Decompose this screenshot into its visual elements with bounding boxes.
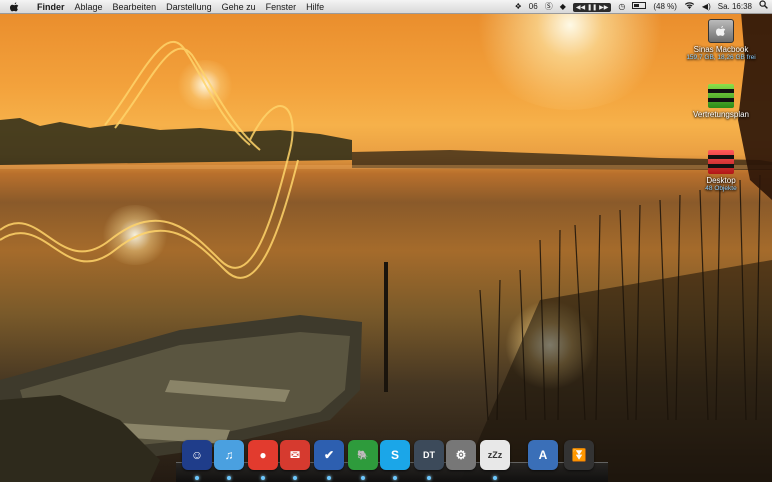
menu-ablage[interactable]: Ablage — [70, 0, 108, 14]
media-controls[interactable]: ◀◀ ❚❚ ▶▶ — [572, 2, 612, 12]
battery-percent[interactable]: (48 %) — [653, 0, 677, 14]
desktop-icon-sublabel: 48 Objekte — [705, 185, 737, 192]
skype-status-icon[interactable]: Ⓢ — [545, 0, 553, 14]
dock-item-mail[interactable]: ✉ — [280, 440, 310, 470]
desktop-icon-sublabel: 159,7 GB, 18,26 GB frei — [686, 54, 756, 61]
dock: ☺ ♫ ● ✉ ✔ 🐘 S DT ⚙ zZz A ⏬ — [176, 436, 608, 482]
dock-item-skype[interactable]: S — [380, 440, 410, 470]
green-folder-icon — [708, 84, 734, 108]
evernote-icon: 🐘 — [357, 449, 369, 460]
desktop-icon-label: Sinas Macbook — [693, 45, 749, 54]
desktop-icon-label: Vertretungsplan — [692, 110, 750, 119]
apple-logo-icon[interactable] — [8, 1, 20, 12]
rewind-icon[interactable]: ◀◀ — [576, 4, 585, 11]
desktop-icon-desktop[interactable]: Desktop 48 Objekte — [676, 150, 766, 193]
desktop-icon-vertretungsplan[interactable]: Vertretungsplan — [676, 84, 766, 119]
running-indicator — [293, 476, 297, 480]
menu-bar: Finder Ablage Bearbeiten Darstellung Geh… — [0, 0, 772, 14]
wifi-icon[interactable] — [684, 0, 695, 14]
status-menus: ❖ 06 Ⓢ ◆ ◀◀ ❚❚ ▶▶ ◷ (48 %) ◀) Sa. 16:38 — [515, 0, 768, 14]
battery-icon[interactable] — [632, 0, 647, 14]
menu-gehe-zu[interactable]: Gehe zu — [217, 0, 261, 14]
desktop-icon-label: Desktop — [706, 176, 736, 185]
finder-icon: ☺ — [190, 448, 204, 462]
spotlight-search-icon[interactable] — [759, 0, 768, 14]
menu-darstellung[interactable]: Darstellung — [161, 0, 217, 14]
dock-item-devontech[interactable]: DT — [414, 440, 444, 470]
dock-item-itunes[interactable]: ♫ — [214, 440, 244, 470]
time-machine-icon[interactable]: ◷ — [618, 0, 625, 14]
wallpaper-scene — [0, 0, 772, 482]
dock-item-downloads[interactable]: ⏬ — [564, 440, 594, 470]
chrome-icon: ● — [259, 448, 267, 462]
running-indicator — [427, 476, 431, 480]
dock-item-chrome[interactable]: ● — [248, 440, 278, 470]
menu-fenster[interactable]: Fenster — [261, 0, 302, 14]
system-preferences-icon: ⚙ — [455, 448, 467, 462]
mail-icon: ✉ — [289, 448, 301, 462]
menu-app-finder[interactable]: Finder — [32, 0, 70, 14]
skype-icon: S — [390, 448, 399, 462]
applications-folder-icon: A — [538, 448, 548, 462]
forward-icon[interactable]: ▶▶ — [599, 4, 608, 11]
volume-icon[interactable]: ◀) — [702, 0, 711, 14]
clock[interactable]: Sa. 16:38 — [718, 0, 752, 14]
zzz-chat-icon: zZz — [487, 450, 503, 460]
menu-hilfe[interactable]: Hilfe — [301, 0, 329, 14]
dock-item-growl[interactable]: zZz — [480, 440, 510, 470]
menu-list: Finder Ablage Bearbeiten Darstellung Geh… — [32, 0, 329, 14]
desktop-icon-hard-drive[interactable]: Sinas Macbook 159,7 GB, 18,26 GB frei — [676, 19, 766, 62]
menu-bearbeiten[interactable]: Bearbeiten — [108, 0, 162, 14]
pause-icon[interactable]: ❚❚ — [587, 4, 597, 11]
itunes-icon: ♫ — [224, 448, 234, 462]
red-folder-icon — [708, 150, 734, 174]
running-indicator — [361, 476, 365, 480]
running-indicator — [227, 476, 231, 480]
status-badge-06[interactable]: 06 — [529, 0, 538, 14]
dock-item-tasks[interactable]: ✔ — [314, 440, 344, 470]
running-indicator — [261, 476, 265, 480]
battery-level — [634, 4, 640, 7]
running-indicator — [393, 476, 397, 480]
dock-item-evernote[interactable]: 🐘 — [348, 440, 378, 470]
desktop-wallpaper — [0, 0, 772, 482]
running-indicator — [327, 476, 331, 480]
hard-drive-icon — [708, 19, 734, 43]
dock-item-applications[interactable]: A — [528, 440, 558, 470]
evernote-status-icon[interactable]: ◆ — [560, 0, 566, 14]
checkbox-app-icon: ✔ — [323, 448, 335, 462]
running-indicator — [493, 476, 497, 480]
dropbox-icon[interactable]: ❖ — [515, 0, 522, 14]
dt-icon: DT — [423, 450, 435, 460]
running-indicator — [195, 476, 199, 480]
dock-item-finder[interactable]: ☺ — [182, 440, 212, 470]
downloads-stack-icon: ⏬ — [571, 448, 587, 462]
dock-item-system-prefs[interactable]: ⚙ — [446, 440, 476, 470]
